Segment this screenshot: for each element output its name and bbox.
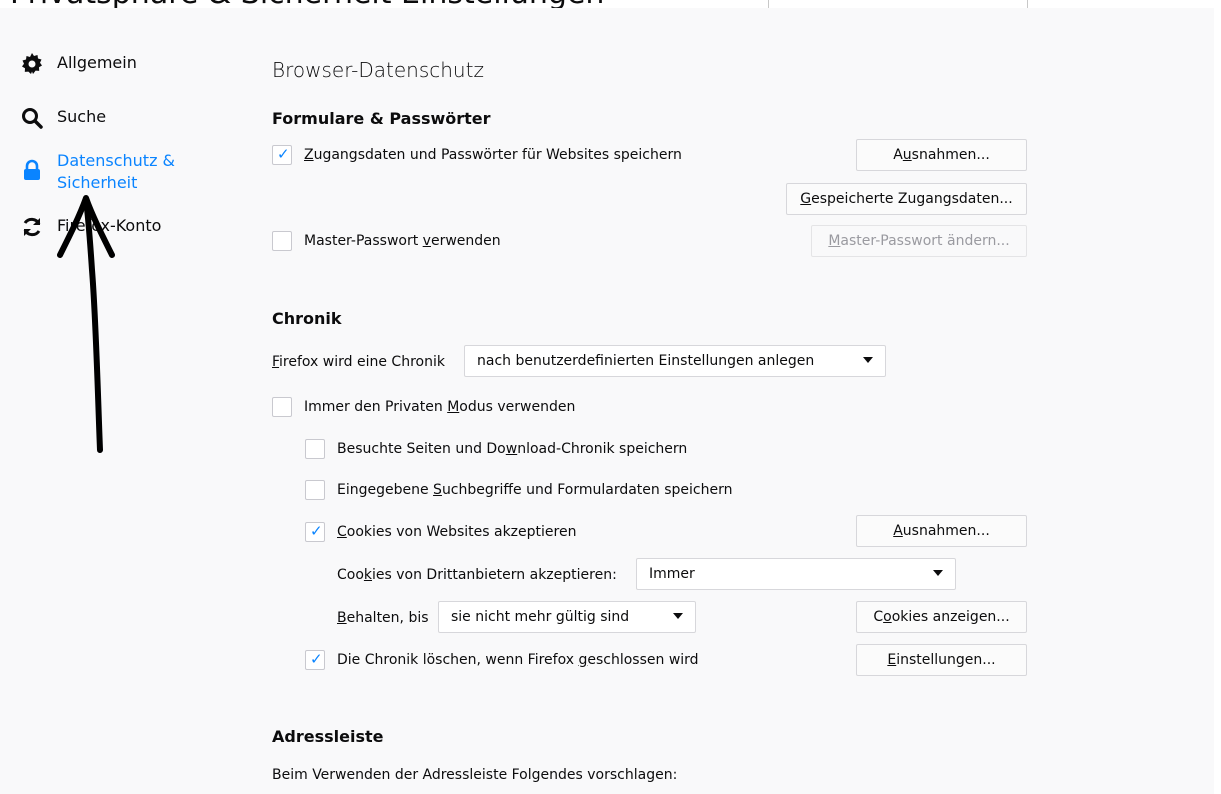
cut-off-page-heading: Privatsphäre & Sicherheit Einstellungen [10, 0, 604, 8]
cookie-exceptions-button[interactable]: Ausnahmen... [856, 515, 1027, 547]
history-mode-select[interactable]: nach benutzerdefinierten Einstellungen a… [464, 345, 886, 377]
preferences-page [0, 8, 1214, 794]
remember-search-form-checkbox[interactable] [305, 480, 325, 500]
show-cookies-button[interactable]: Co okies anzeigen... [856, 601, 1027, 633]
checkmark-icon: ✓ [277, 145, 290, 163]
remember-history-label[interactable]: Besuchte Seiten und Download-Chronik spe… [337, 440, 687, 458]
right-edge [1214, 8, 1221, 794]
clear-history-on-close-checkbox[interactable]: ✓ [305, 650, 325, 670]
dropdown-arrow-icon [933, 570, 943, 576]
sidebar-item-label: Firefox-Konto [57, 216, 162, 235]
dropdown-arrow-icon [863, 357, 873, 363]
clear-history-on-close-label[interactable]: Die Chronik löschen, wenn Firefox geschl… [337, 651, 699, 669]
sidebar-item-privacy-security[interactable]: Datenschutz & Sicherheit [20, 150, 217, 194]
search-input[interactable] [768, 0, 1028, 8]
sidebar-item-label-line2: Sicherheit [57, 173, 138, 192]
keep-until-select[interactable]: sie nicht mehr gültig sind [438, 601, 696, 633]
section-heading-forms: Formulare & Passwörter [272, 109, 491, 128]
top-cut-area: Privatsphäre & Sicherheit Einstellungen [0, 0, 1221, 8]
dropdown-arrow-icon [673, 613, 683, 619]
remember-search-form-label[interactable]: Eingegebene Suchbegriffe und Formulardat… [337, 481, 732, 499]
sidebar-item-label: Allgemein [57, 53, 137, 72]
change-master-password-button[interactable]: Master-Passwort ändern... [811, 225, 1027, 257]
sync-icon [20, 215, 44, 239]
sidebar-item-label: Suche [57, 107, 107, 126]
history-mode-label: Firefox wird eine Chronik [272, 354, 445, 370]
accept-cookies-label[interactable]: Cookies von Websites akzeptieren [337, 523, 576, 541]
sidebar-item-search[interactable]: Suche [20, 106, 106, 130]
save-logins-label[interactable]: Zugangsdaten und Passwörter für Websites… [304, 146, 682, 164]
private-mode-label[interactable]: Immer den Privaten Modus verwenden [304, 398, 575, 416]
search-icon [20, 106, 44, 130]
third-party-cookies-select[interactable]: Immer [636, 558, 956, 590]
sidebar-item-general[interactable]: Allgemein [20, 52, 137, 76]
clear-history-settings-button[interactable]: Einstellungen... [856, 644, 1027, 676]
address-bar-description: Beim Verwenden der Adressleiste Folgende… [272, 767, 678, 783]
save-logins-checkbox[interactable]: ✓ [272, 145, 292, 165]
third-party-cookies-label: Cookies von Drittanbietern akzeptieren: [337, 567, 617, 583]
accept-cookies-checkbox[interactable]: ✓ [305, 522, 325, 542]
master-password-checkbox[interactable] [272, 231, 292, 251]
section-heading-address-bar: Adressleiste [272, 727, 384, 746]
keep-until-label: Behalten, bis [337, 610, 429, 626]
sidebar-item-firefox-account[interactable]: Firefox-Konto [20, 215, 161, 239]
remember-history-checkbox[interactable] [305, 439, 325, 459]
saved-logins-button[interactable]: Gespeicherte Zugangsdaten... [786, 183, 1027, 215]
private-mode-checkbox[interactable] [272, 397, 292, 417]
sidebar-item-label-line1: Datenschutz & [57, 151, 176, 170]
login-exceptions-button[interactable]: Au snahmen... [856, 139, 1027, 171]
gear-icon [20, 52, 44, 76]
master-password-label[interactable]: Master-Passwort verwenden [304, 232, 501, 250]
checkmark-icon: ✓ [310, 522, 323, 540]
section-heading-history: Chronik [272, 309, 342, 328]
page-title: Browser-Datenschutz [272, 58, 484, 82]
checkmark-icon: ✓ [310, 650, 323, 668]
lock-icon [20, 158, 44, 182]
